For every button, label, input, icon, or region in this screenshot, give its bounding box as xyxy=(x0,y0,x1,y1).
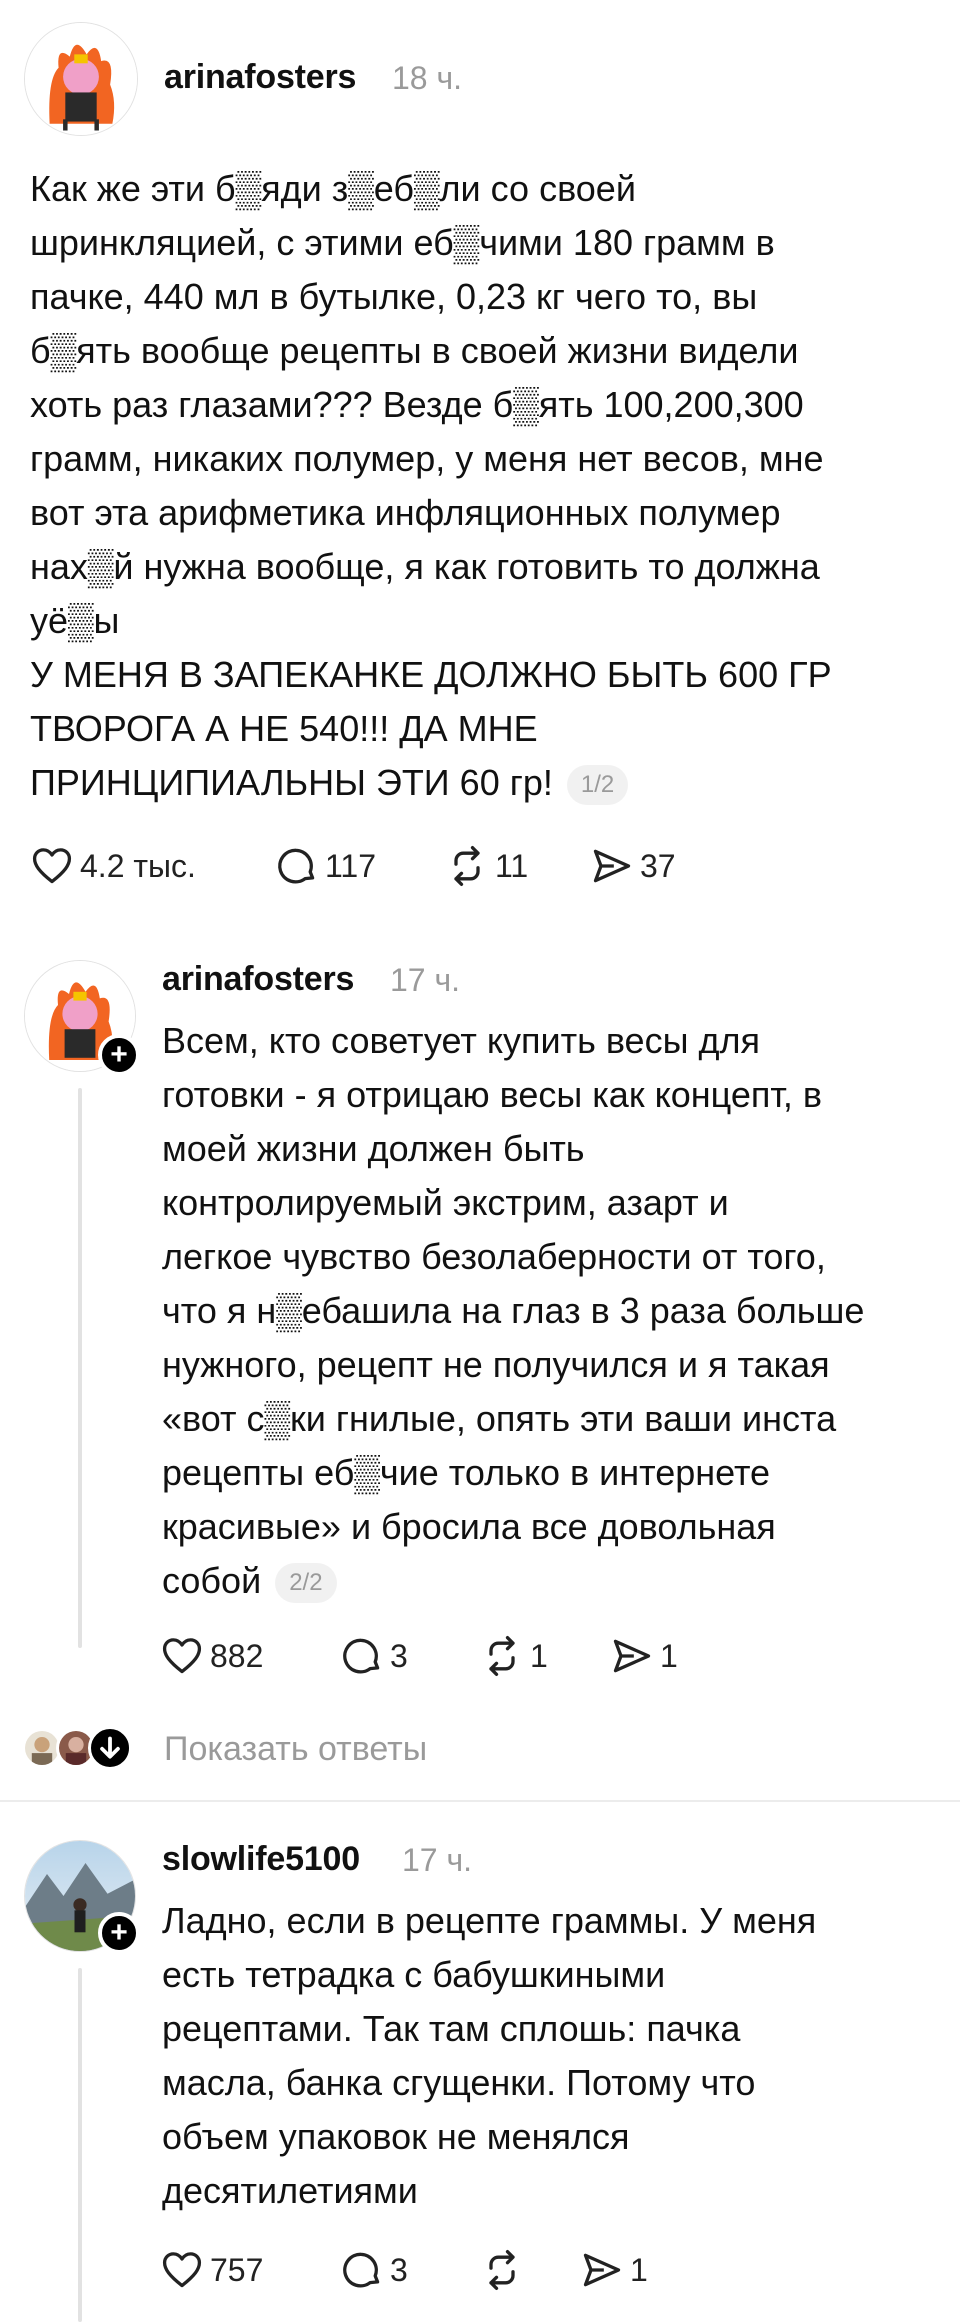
comment-count: 3 xyxy=(390,1637,408,1674)
timestamp: 18 ч. xyxy=(392,60,463,96)
repost-button[interactable] xyxy=(480,2244,530,2296)
like-button[interactable]: 4.2 тыс. xyxy=(30,840,196,892)
repost-icon xyxy=(489,1636,515,1676)
comment-count: 117 xyxy=(325,847,377,884)
comment-icon xyxy=(343,2252,380,2288)
page-indicator: 2/2 xyxy=(275,1563,337,1604)
heart-icon xyxy=(162,1638,202,1674)
post-actions: 757 3 1 xyxy=(160,2244,720,2296)
repost-count: 11 xyxy=(495,847,529,884)
comment-button[interactable]: 3 xyxy=(340,1630,408,1682)
like-count: 4.2 тыс. xyxy=(80,847,196,884)
post-actions: 882 3 1 1 xyxy=(160,1630,720,1682)
heart-icon xyxy=(162,2252,202,2288)
comment-button[interactable]: 117 xyxy=(275,840,376,892)
thread-line xyxy=(78,1088,82,1648)
comment-count: 3 xyxy=(390,2251,408,2288)
repost-button[interactable]: 11 xyxy=(445,840,528,892)
thread-line xyxy=(78,1968,82,2322)
like-count: 757 xyxy=(210,2251,264,2288)
like-button[interactable]: 882 xyxy=(160,1630,263,1682)
share-button[interactable]: 1 xyxy=(610,1630,678,1682)
share-icon xyxy=(613,1639,651,1673)
username[interactable]: arinafosters xyxy=(162,960,354,999)
heart-icon xyxy=(32,848,72,884)
arrow-down-icon[interactable] xyxy=(88,1726,132,1770)
share-icon xyxy=(583,2253,621,2287)
avatar[interactable] xyxy=(24,22,138,136)
share-button[interactable]: 1 xyxy=(580,2244,648,2296)
post-actions: 4.2 тыс. 117 11 37 xyxy=(30,840,690,892)
username[interactable]: slowlife5100 xyxy=(162,1840,360,1879)
post-text: Ладно, если в рецепте граммы. У меня ест… xyxy=(162,1900,817,2211)
like-count: 882 xyxy=(210,1637,264,1674)
share-button[interactable]: 37 xyxy=(590,840,676,892)
repost-count: 1 xyxy=(530,1637,548,1674)
timestamp: 17 ч. xyxy=(402,1842,473,1878)
post-2: + arinafosters 17 ч. Всем, кто советует … xyxy=(0,930,960,1730)
repost-icon xyxy=(489,2250,515,2290)
follow-plus-icon[interactable]: + xyxy=(98,1034,140,1076)
avatar-image xyxy=(25,23,137,135)
post-1: arinafosters 18 ч. Как же эти б▒яди з▒еб… xyxy=(0,0,960,930)
share-count: 1 xyxy=(660,1637,678,1674)
comment-icon xyxy=(278,848,315,884)
comment-button[interactable]: 3 xyxy=(340,2244,408,2296)
page-indicator: 1/2 xyxy=(566,765,629,806)
username[interactable]: arinafosters xyxy=(164,58,356,97)
repost-button[interactable]: 1 xyxy=(480,1630,548,1682)
share-icon xyxy=(593,849,631,883)
like-button[interactable]: 757 xyxy=(160,2244,263,2296)
share-count: 37 xyxy=(640,847,676,884)
show-replies-row[interactable]: Показать ответы xyxy=(0,1722,960,1782)
repost-icon xyxy=(454,846,480,886)
show-replies-label[interactable]: Показать ответы xyxy=(164,1730,427,1769)
share-count: 1 xyxy=(630,2251,648,2288)
timestamp: 17 ч. xyxy=(390,962,461,998)
post-text-content: Как же эти б▒яди з▒еб▒ли со своей шринкл… xyxy=(30,168,832,803)
post-text: Как же эти б▒яди з▒еб▒ли со своей шринкл… xyxy=(30,162,940,810)
post-text: Всем, кто советует купить весы для готов… xyxy=(162,1014,942,1608)
follow-plus-icon[interactable]: + xyxy=(98,1912,140,1954)
post-3: + slowlife5100 17 ч. Ладно, если в рецеп… xyxy=(0,1802,960,2322)
post-text-content: Всем, кто советует купить весы для готов… xyxy=(162,1020,865,1601)
comment-icon xyxy=(343,1638,380,1674)
